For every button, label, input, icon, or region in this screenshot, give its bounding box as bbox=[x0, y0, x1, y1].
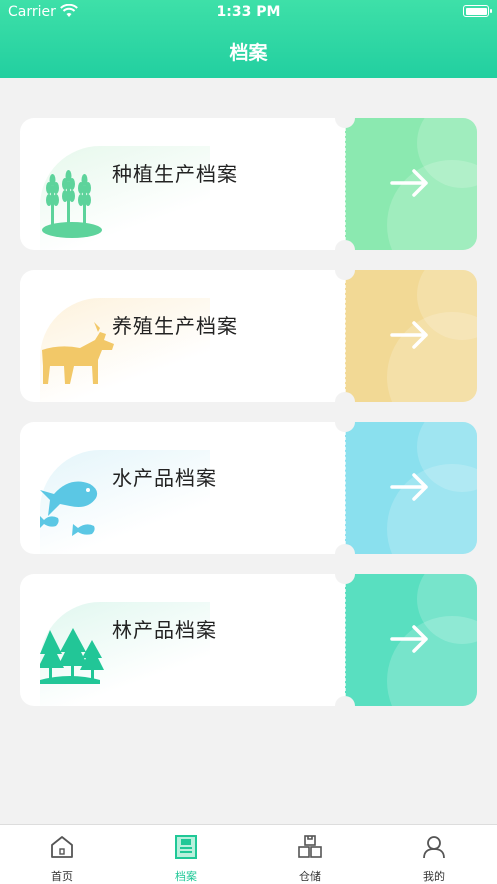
tab-archive[interactable]: 档案 bbox=[124, 825, 248, 884]
goat-icon bbox=[42, 322, 114, 384]
arrow-right-icon bbox=[390, 625, 428, 653]
card-arrow-panel[interactable] bbox=[345, 270, 477, 402]
page-title: 档案 bbox=[229, 42, 268, 64]
card-label: 林产品档案 bbox=[112, 618, 217, 642]
status-bar: Carrier 1:33 PM bbox=[0, 0, 497, 26]
tab-label: 仓储 bbox=[299, 870, 321, 883]
fish-icon bbox=[40, 481, 98, 536]
trees-icon bbox=[40, 628, 104, 684]
card-arrow-panel[interactable] bbox=[345, 118, 477, 250]
tab-warehouse[interactable]: 仓储 bbox=[248, 825, 372, 884]
card-arrow-panel[interactable] bbox=[345, 422, 477, 554]
card-label: 种植生产档案 bbox=[112, 162, 238, 186]
home-icon bbox=[51, 836, 73, 858]
archive-card-planting[interactable]: 种植生产档案 bbox=[20, 108, 477, 260]
user-icon bbox=[423, 836, 445, 859]
arrow-right-icon bbox=[390, 321, 428, 349]
archive-card-forestry[interactable]: 林产品档案 bbox=[20, 564, 477, 716]
warehouse-icon bbox=[298, 835, 322, 858]
arrow-right-icon bbox=[390, 169, 428, 197]
arrow-right-icon bbox=[390, 473, 428, 501]
archive-icon bbox=[175, 835, 197, 859]
battery-icon bbox=[463, 5, 492, 17]
card-arrow-panel[interactable] bbox=[345, 574, 477, 706]
tab-label: 首页 bbox=[51, 870, 73, 883]
card-label: 养殖生产档案 bbox=[112, 314, 238, 338]
tab-bar: 首页 档案 仓储 我的 bbox=[0, 824, 497, 884]
status-time: 1:33 PM bbox=[216, 4, 281, 20]
tab-home[interactable]: 首页 bbox=[0, 825, 124, 884]
card-label: 水产品档案 bbox=[112, 466, 217, 490]
archive-card-aquatic[interactable]: 水产品档案 bbox=[20, 412, 477, 564]
archive-card-breeding[interactable]: 养殖生产档案 bbox=[20, 260, 477, 412]
wheat-icon bbox=[42, 170, 102, 238]
tab-label: 档案 bbox=[175, 870, 197, 883]
app-header: Carrier 1:33 PM 档案 bbox=[0, 0, 497, 78]
tab-label: 我的 bbox=[423, 870, 445, 883]
tab-profile[interactable]: 我的 bbox=[372, 825, 496, 884]
